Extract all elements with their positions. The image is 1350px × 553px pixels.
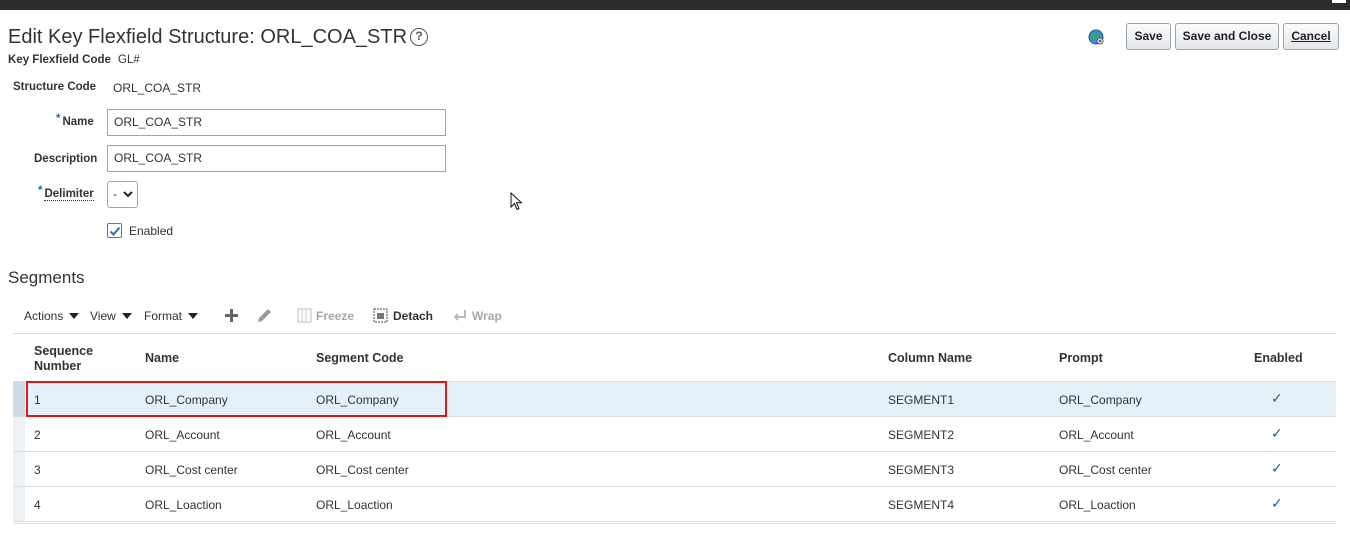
delimiter-select[interactable]: -	[107, 181, 138, 208]
detach-icon	[373, 308, 388, 323]
col-name[interactable]: Name	[145, 351, 179, 366]
structure-code-label: Structure Code	[13, 81, 97, 93]
add-icon[interactable]	[224, 308, 239, 323]
dropdown-arrow-icon	[121, 313, 132, 319]
col-prompt[interactable]: Prompt	[1059, 351, 1103, 366]
table-row[interactable]: 2 ORL_Account ORL_Account SEGMENT2 ORL_A…	[13, 417, 1336, 452]
check-icon	[109, 226, 121, 236]
detach-button[interactable]: Detach	[393, 309, 433, 323]
kf-code-value: GL#	[118, 54, 140, 66]
table-header: Sequence Number Name Segment Code Column …	[13, 333, 1336, 382]
chevron-down-icon	[123, 191, 133, 198]
save-and-close-button[interactable]: Save and Close	[1175, 23, 1279, 50]
mouse-cursor-icon	[510, 191, 524, 215]
help-icon[interactable]: ?	[410, 28, 428, 46]
col-enabled[interactable]: Enabled	[1254, 351, 1303, 366]
edit-icon[interactable]	[256, 307, 273, 324]
col-column-name[interactable]: Column Name	[888, 351, 972, 366]
table-row[interactable]: 4 ORL_Loaction ORL_Loaction SEGMENT4 ORL…	[13, 487, 1336, 522]
kf-code-label: Key Flexfield Code	[8, 54, 111, 66]
enabled-check-icon: ✓	[1271, 390, 1283, 406]
table-row[interactable]: 3 ORL_Cost center ORL_Cost center SEGMEN…	[13, 452, 1336, 487]
table-bottom-border	[13, 523, 1336, 525]
description-label: Description	[34, 153, 98, 165]
col-sequence-number[interactable]: Sequence Number	[34, 344, 93, 374]
required-mark: *	[56, 113, 61, 125]
save-button[interactable]: Save	[1126, 23, 1171, 50]
enabled-checkbox[interactable]	[107, 223, 122, 238]
name-input[interactable]: ORL_COA_STR	[107, 109, 446, 136]
required-mark: *	[38, 185, 43, 197]
enabled-check-icon: ✓	[1271, 495, 1283, 511]
dropdown-arrow-icon	[69, 313, 80, 319]
segments-title: Segments	[8, 268, 85, 287]
name-label: * Name	[56, 113, 94, 128]
enabled-check-icon: ✓	[1271, 425, 1283, 441]
globe-icon[interactable]	[1088, 29, 1104, 45]
description-input[interactable]: ORL_COA_STR	[107, 145, 446, 172]
wrap-icon	[453, 310, 466, 321]
actions-menu[interactable]: Actions	[24, 309, 80, 323]
wrap-button[interactable]: Wrap	[472, 309, 502, 323]
top-bar-corner	[1332, 0, 1346, 3]
cancel-button[interactable]: Cancel	[1283, 23, 1339, 50]
view-menu[interactable]: View	[90, 309, 132, 323]
enabled-label: Enabled	[129, 224, 174, 238]
highlight-annotation	[26, 381, 447, 417]
col-segment-code[interactable]: Segment Code	[316, 351, 404, 366]
enabled-check-icon: ✓	[1271, 460, 1283, 476]
format-menu[interactable]: Format	[144, 309, 199, 323]
delimiter-label: * Delimiter	[38, 185, 94, 201]
top-bar	[0, 0, 1350, 10]
page-title: Edit Key Flexfield Structure: ORL_COA_ST…	[8, 26, 408, 48]
freeze-icon	[297, 308, 312, 323]
freeze-button[interactable]: Freeze	[316, 309, 354, 323]
structure-code-value: ORL_COA_STR	[113, 81, 202, 95]
dropdown-arrow-icon	[188, 313, 199, 319]
